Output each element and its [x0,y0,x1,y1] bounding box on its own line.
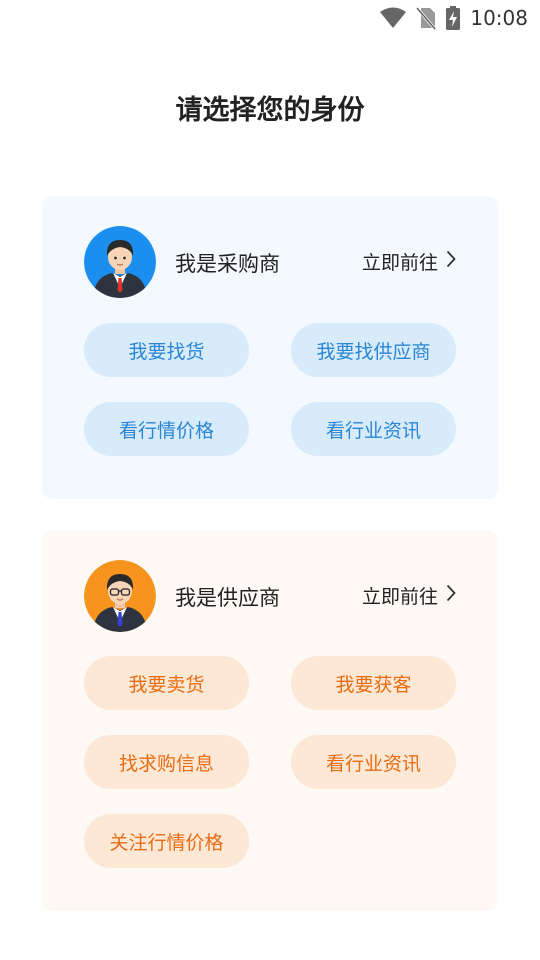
wifi-icon [380,7,407,29]
buyer-goto-label: 立即前往 [361,252,438,274]
no-sim-icon [416,6,437,30]
buyer-goto-link[interactable]: 立即前往 [362,248,456,275]
supplier-card-header: 我是供应商 立即前往 [84,560,456,632]
supplier-action-follow-prices-button[interactable]: 关注行情价格 [84,814,249,868]
buyer-action-find-suppliers-button[interactable]: 我要找供应商 [291,323,456,377]
buyer-card-header: 我是采购商 立即前往 [84,226,456,298]
status-time: 10:08 [470,6,528,30]
buyer-card[interactable]: 我是采购商 立即前往 我要找货 我要找供应商 看行情价格 看行业资讯 [42,196,498,499]
supplier-action-sell-goods-button[interactable]: 我要卖货 [84,656,249,710]
supplier-goto-link[interactable]: 立即前往 [362,582,456,609]
supplier-avatar-icon [84,560,156,632]
buyer-action-industry-news-button[interactable]: 看行业资讯 [291,402,456,456]
supplier-card[interactable]: 我是供应商 立即前往 我要卖货 我要获客 找求购信息 看行业资讯 关注行情价格 [42,530,498,911]
buyer-avatar-icon [84,226,156,298]
supplier-goto-label: 立即前往 [361,586,438,608]
buyer-action-find-goods-button[interactable]: 我要找货 [84,323,249,377]
status-bar: 10:08 [0,0,540,36]
page-title: 请选择您的身份 [175,95,365,126]
supplier-action-purchase-requests-button[interactable]: 找求购信息 [84,735,249,789]
chevron-right-icon [446,250,456,273]
supplier-action-industry-news-button[interactable]: 看行业资讯 [291,735,456,789]
chevron-right-icon [446,584,456,607]
buyer-action-market-prices-button[interactable]: 看行情价格 [84,402,249,456]
battery-charging-icon [446,6,461,30]
supplier-action-get-customers-button[interactable]: 我要获客 [291,656,456,710]
supplier-role-title: 我是供应商 [175,586,280,610]
buyer-role-title: 我是采购商 [175,252,280,276]
